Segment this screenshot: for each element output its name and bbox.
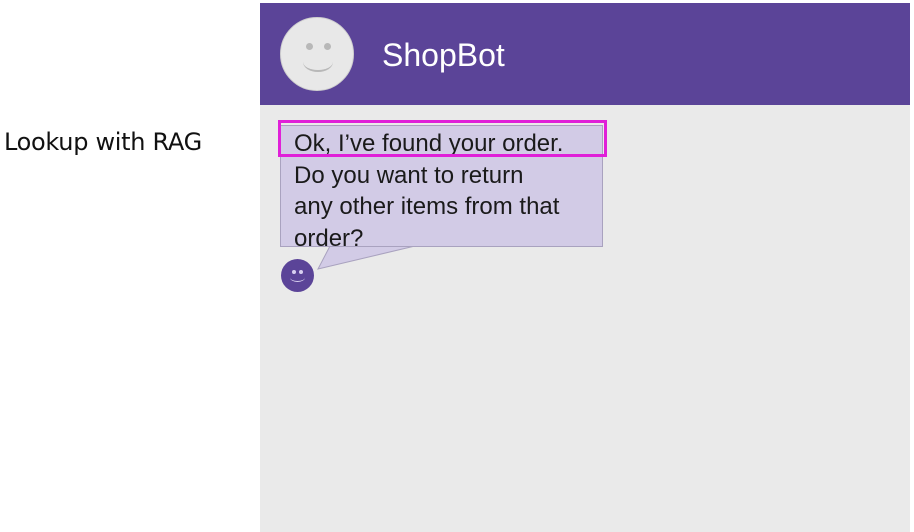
message-line-3: any other items from that (294, 193, 560, 220)
smiley-face-icon (280, 17, 354, 91)
avatar-mouth (303, 52, 333, 72)
chat-window: ShopBot Ok, I’ve found your order. Do yo… (260, 3, 910, 532)
side-label: Lookup with RAG (4, 128, 202, 156)
chat-header: ShopBot (260, 3, 910, 105)
message-line-2: Do you want to return (294, 161, 524, 189)
chat-title: ShopBot (382, 37, 505, 73)
slide: Lookup with RAG ShopBot Ok, I’ve found y… (0, 0, 914, 532)
bot-smiley-icon (281, 259, 314, 292)
avatar-eye-right (324, 43, 331, 50)
small-avatar-mouth (290, 273, 305, 282)
message-line-4: order? (294, 224, 364, 252)
avatar-eye-left (306, 43, 313, 50)
highlight-box (278, 120, 607, 157)
